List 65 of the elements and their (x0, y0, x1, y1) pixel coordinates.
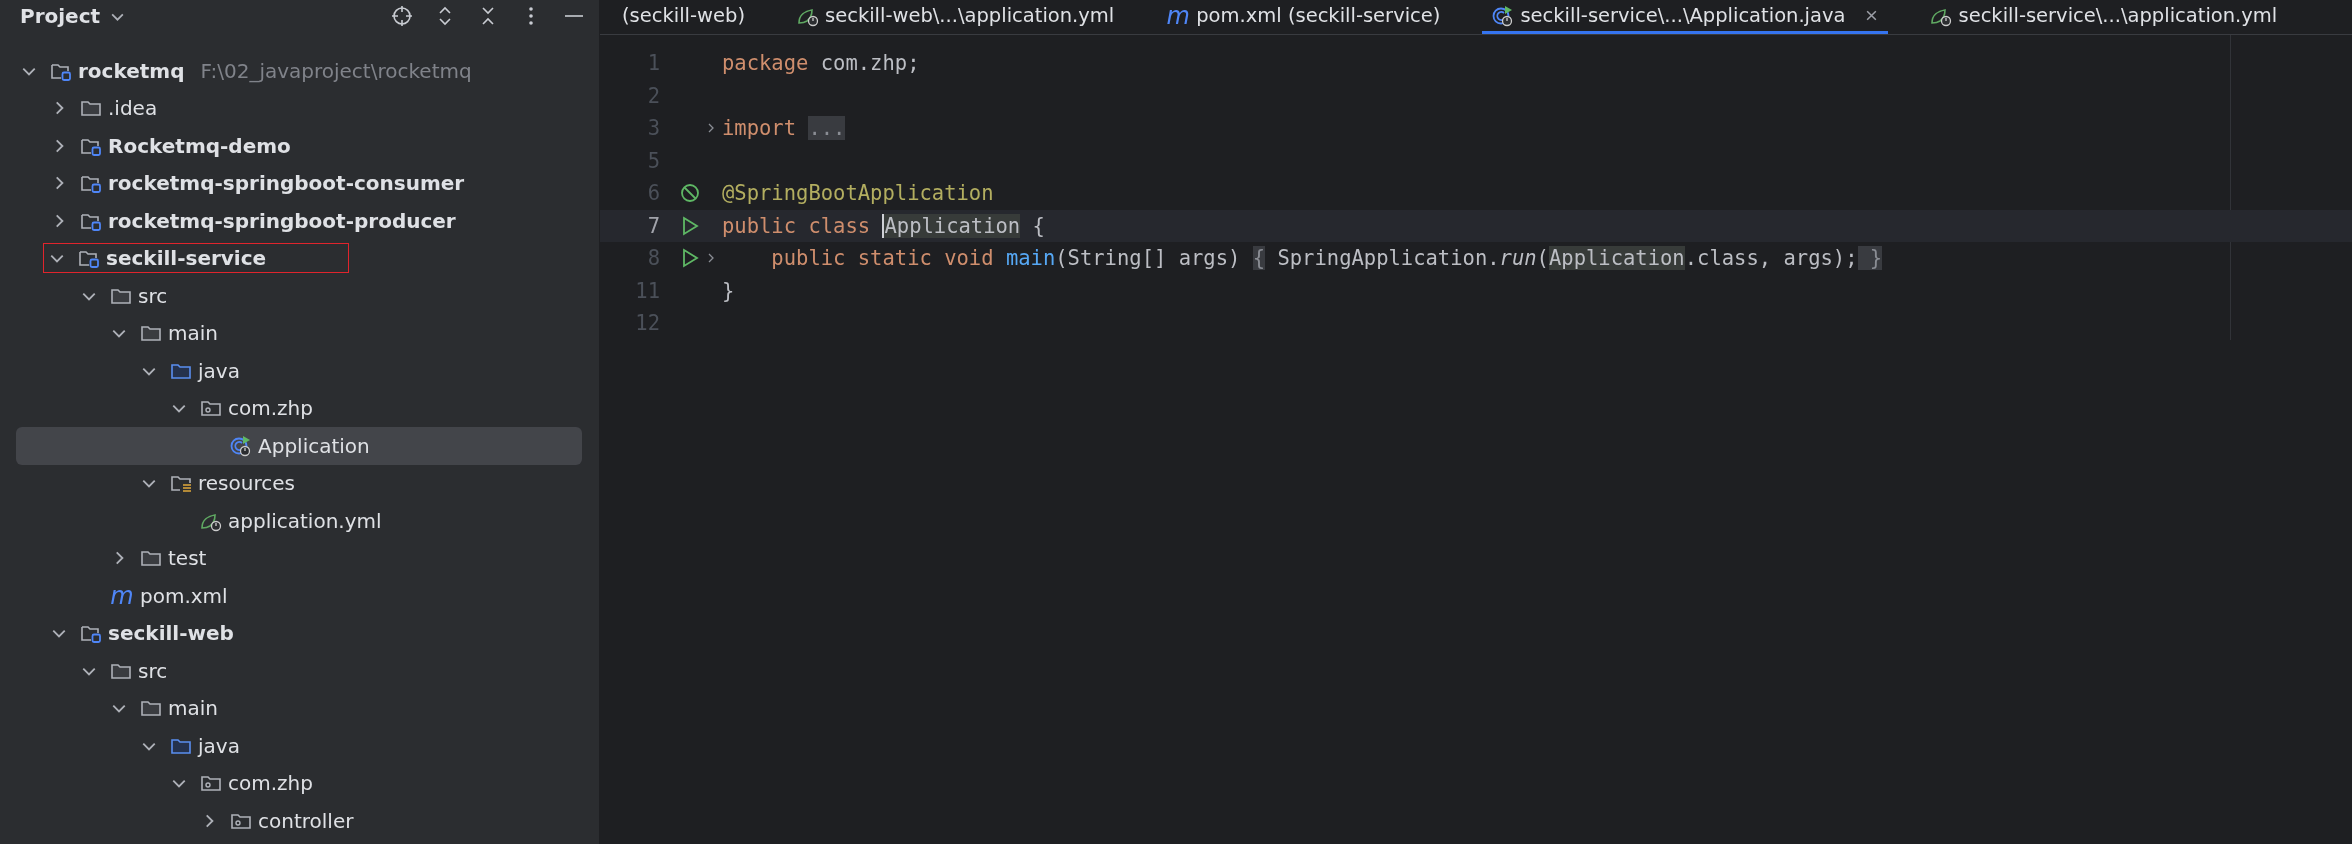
tree-item-label[interactable]: pom.xml (140, 583, 228, 608)
editor-tab[interactable]: m pom.xml (seckill-service) (1156, 0, 1451, 34)
tree-item-label[interactable]: rocketmq-springboot-consumer (108, 171, 465, 196)
tree-item-label[interactable]: Rocketmq-demo (108, 133, 291, 158)
tree-item-label[interactable]: application.yml (228, 508, 382, 533)
tree-row[interactable]: resources (136, 464, 582, 502)
tree-row[interactable]: controller (196, 802, 582, 840)
tree-row[interactable]: java (136, 352, 582, 390)
tree-row[interactable]: seckill-web (46, 614, 582, 652)
tree-item-label[interactable]: rocketmq (78, 58, 185, 83)
tree-item-label[interactable]: rocketmq-springboot-producer (108, 208, 456, 233)
panel-title[interactable]: Project (20, 4, 101, 28)
tree-row[interactable]: com.zhp (166, 389, 582, 427)
tree-row[interactable]: rocketmq F:\02_javaproject\rocketmq (16, 52, 582, 90)
tree-item-label[interactable]: controller (258, 808, 354, 833)
spring-class-icon (230, 434, 252, 457)
line-number: 7 (646, 213, 660, 238)
tree-row[interactable]: src (76, 277, 582, 315)
editor-tab[interactable]: seckill-service\...\Application.java (1482, 0, 1889, 34)
tree-row[interactable]: rocketmq-springboot-consumer (46, 164, 582, 202)
tree-row[interactable]: Application (16, 427, 582, 465)
tree-item-label[interactable]: Application (258, 433, 370, 458)
tree-item-label[interactable]: src (138, 658, 168, 683)
tree-item-label[interactable]: com.zhp (228, 771, 313, 796)
tree-row[interactable]: rocketmq-springboot-producer (46, 202, 582, 240)
path-text: F:\02_javaproject\rocketmq (200, 58, 472, 83)
tree-item-label[interactable]: main (168, 696, 218, 721)
tree-row[interactable]: .idea (46, 89, 582, 127)
tree-item-label[interactable]: src (138, 283, 168, 308)
tree-item-label[interactable]: main (168, 321, 218, 346)
close-icon[interactable] (1865, 9, 1879, 22)
code-line: public static void main(String[] args) { SpringApplication.run(Application.class, args); } (770, 246, 1883, 271)
spring-class-icon (1492, 4, 1515, 27)
run-icon[interactable] (680, 215, 700, 236)
tree-row[interactable]: Rocketmq-demo (46, 127, 582, 165)
tree-row[interactable]: main (106, 314, 582, 352)
bean-icon[interactable] (680, 183, 700, 204)
tree-row[interactable]: java (136, 727, 582, 765)
tree-item-label[interactable]: seckill-web (108, 621, 234, 646)
run-icon[interactable] (680, 248, 700, 269)
code-line: import ... (722, 116, 846, 141)
code-line: public class Application { (722, 213, 1045, 238)
tree-row[interactable]: test (106, 539, 582, 577)
tree-item-label[interactable]: test (168, 546, 207, 571)
code-line: package com.zhp; (722, 51, 920, 76)
code-line: @SpringBootApplication (722, 181, 994, 206)
tree-row[interactable]: main (106, 689, 582, 727)
tree-row[interactable]: com.zhp (166, 764, 582, 802)
maven-icon: m (110, 584, 134, 607)
editor-tab[interactable]: (seckill-web) (612, 0, 755, 34)
tree-row[interactable]: application.yml (166, 502, 582, 540)
tree-row[interactable]: seckill-service (46, 239, 582, 277)
tree-item-label[interactable]: java (198, 358, 240, 383)
tree-item-label[interactable]: com.zhp (228, 396, 313, 421)
editor-tab[interactable]: seckill-service\...\application.yml (1920, 0, 2288, 34)
tree-row[interactable]: src (76, 652, 582, 690)
code-line: } (722, 278, 735, 303)
tree-row[interactable]: m pom.xml (76, 577, 582, 615)
tree-item-label[interactable]: java (198, 733, 240, 758)
editor-tab[interactable]: seckill-web\...\application.yml (787, 0, 1125, 34)
tree-item-label[interactable]: seckill-service (106, 246, 267, 271)
maven-icon: m (1166, 4, 1191, 27)
locate-icon[interactable] (391, 5, 413, 27)
tree-item-label[interactable]: .idea (108, 96, 158, 121)
tree-item-label[interactable]: resources (198, 471, 295, 496)
